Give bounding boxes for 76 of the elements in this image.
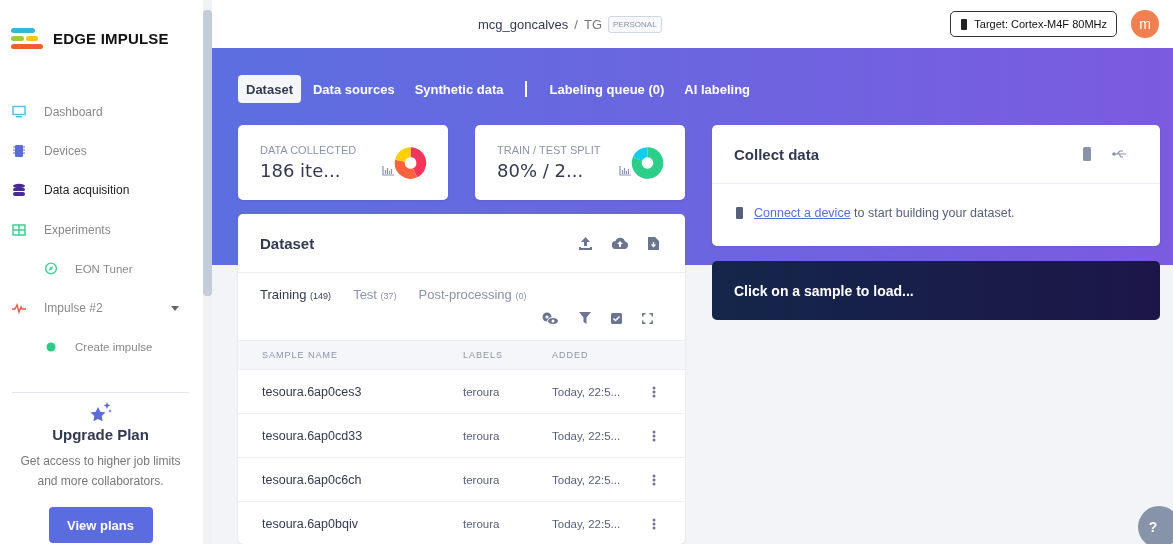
logo-icon [11, 27, 43, 50]
target-button[interactable]: Target: Cortex-M4F 80MHz [950, 11, 1117, 37]
connect-device-link[interactable]: Connect a device [754, 206, 851, 220]
checkbox-icon[interactable] [611, 312, 622, 324]
column-header: ADDED [552, 350, 590, 360]
table-cell-text: tesoura.6ap0ces3 [261, 384, 363, 399]
nav-item[interactable]: Data acquisition [0, 170, 203, 210]
column-header: LABELS [463, 350, 505, 360]
bar-chart-icon[interactable] [619, 165, 631, 176]
tab[interactable]: Data sources [304, 75, 403, 103]
nav-item[interactable]: EON Tuner [0, 249, 203, 289]
tab[interactable]: Labeling queue (0) [541, 75, 673, 103]
chip-icon [735, 207, 744, 219]
brand-name: EDGE IMPULSE [53, 30, 169, 47]
table-cell-text: Today, 22:5... [552, 517, 622, 530]
sub-tab[interactable]: Training (149) [260, 287, 332, 302]
table-cell-text: Today, 22:5... [552, 429, 622, 442]
user-name[interactable]: mcg_goncalves [478, 16, 569, 32]
nav-item[interactable]: Create impulse [0, 327, 203, 368]
view-plans-button[interactable]: View plans [48, 507, 153, 543]
stat-value: 186 ite... [260, 160, 342, 181]
chip-icon [960, 18, 969, 30]
sub-tab[interactable]: Post-processing (0) [418, 287, 527, 302]
expand-icon[interactable] [642, 312, 653, 324]
breadcrumb-separator: / [574, 16, 578, 32]
sub-tab[interactable]: Test (37) [353, 287, 397, 302]
project-name: TG [583, 16, 602, 32]
avatar[interactable]: m [1131, 10, 1159, 38]
table-cell-text: teroura [463, 429, 501, 442]
card-title: Dataset [260, 234, 315, 252]
table-cell-text: Today, 22:5... [552, 473, 622, 486]
compass-icon [44, 262, 58, 276]
table-cell-text: teroura [463, 473, 501, 486]
file-download-icon[interactable] [648, 236, 659, 250]
more-icon[interactable] [652, 385, 656, 398]
nav-item[interactable]: Devices [0, 131, 203, 171]
project-badge: PERSONAL [608, 15, 662, 33]
chip-icon [12, 143, 26, 158]
stat-title: TRAIN / TEST SPLIT [497, 144, 602, 156]
column-header: SAMPLE NAME [261, 350, 340, 360]
filter-icon[interactable] [579, 312, 591, 324]
bar-chart-icon[interactable] [382, 165, 394, 176]
more-icon[interactable] [652, 473, 656, 486]
upload-icon[interactable] [579, 236, 592, 250]
connect-message: Connect a device to start building your dataset. [754, 206, 1015, 220]
table-cell-text: teroura [463, 517, 501, 530]
tab[interactable]: Dataset [238, 75, 301, 103]
table-cell-text: teroura [463, 385, 501, 398]
monitor-icon [12, 104, 26, 119]
upgrade-text: Get access to higher job limits and more collaborators. [19, 453, 182, 490]
usb-icon[interactable] [1112, 149, 1128, 159]
nav-item[interactable]: Dashboard [0, 92, 203, 132]
tab[interactable]: AI labeling [676, 75, 759, 103]
more-icon[interactable] [652, 517, 656, 530]
sparkle-star-icon [88, 401, 113, 423]
scrollbar[interactable] [203, 0, 212, 544]
status-dot-icon [44, 342, 58, 353]
grid-icon [12, 222, 26, 237]
pulse-icon [12, 301, 26, 316]
tab[interactable]: Synthetic data [406, 75, 512, 103]
table-cell-text: tesoura.6ap0bqiv [261, 516, 359, 531]
settings-eye-icon[interactable] [541, 311, 559, 325]
upgrade-title: Upgrade Plan [52, 426, 149, 443]
chip-icon[interactable] [1082, 147, 1092, 161]
stat-value: 80% / 2... [497, 160, 585, 181]
nav-item[interactable]: Experiments [0, 209, 203, 250]
table-cell-text: tesoura.6ap0c6ch [261, 472, 363, 487]
nav-item[interactable]: Impulse #2 [0, 288, 203, 328]
database-icon [12, 183, 26, 198]
more-icon[interactable] [652, 429, 656, 442]
cloud-upload-icon[interactable] [612, 237, 628, 249]
table-cell-text: Today, 22:5... [552, 385, 622, 398]
sample-panel-text: Click on a sample to load... [734, 282, 914, 299]
card-title: Collect data [734, 145, 820, 163]
table-cell-text: tesoura.6ap0cd33 [261, 428, 364, 443]
stat-title: DATA COLLECTED [260, 144, 358, 156]
